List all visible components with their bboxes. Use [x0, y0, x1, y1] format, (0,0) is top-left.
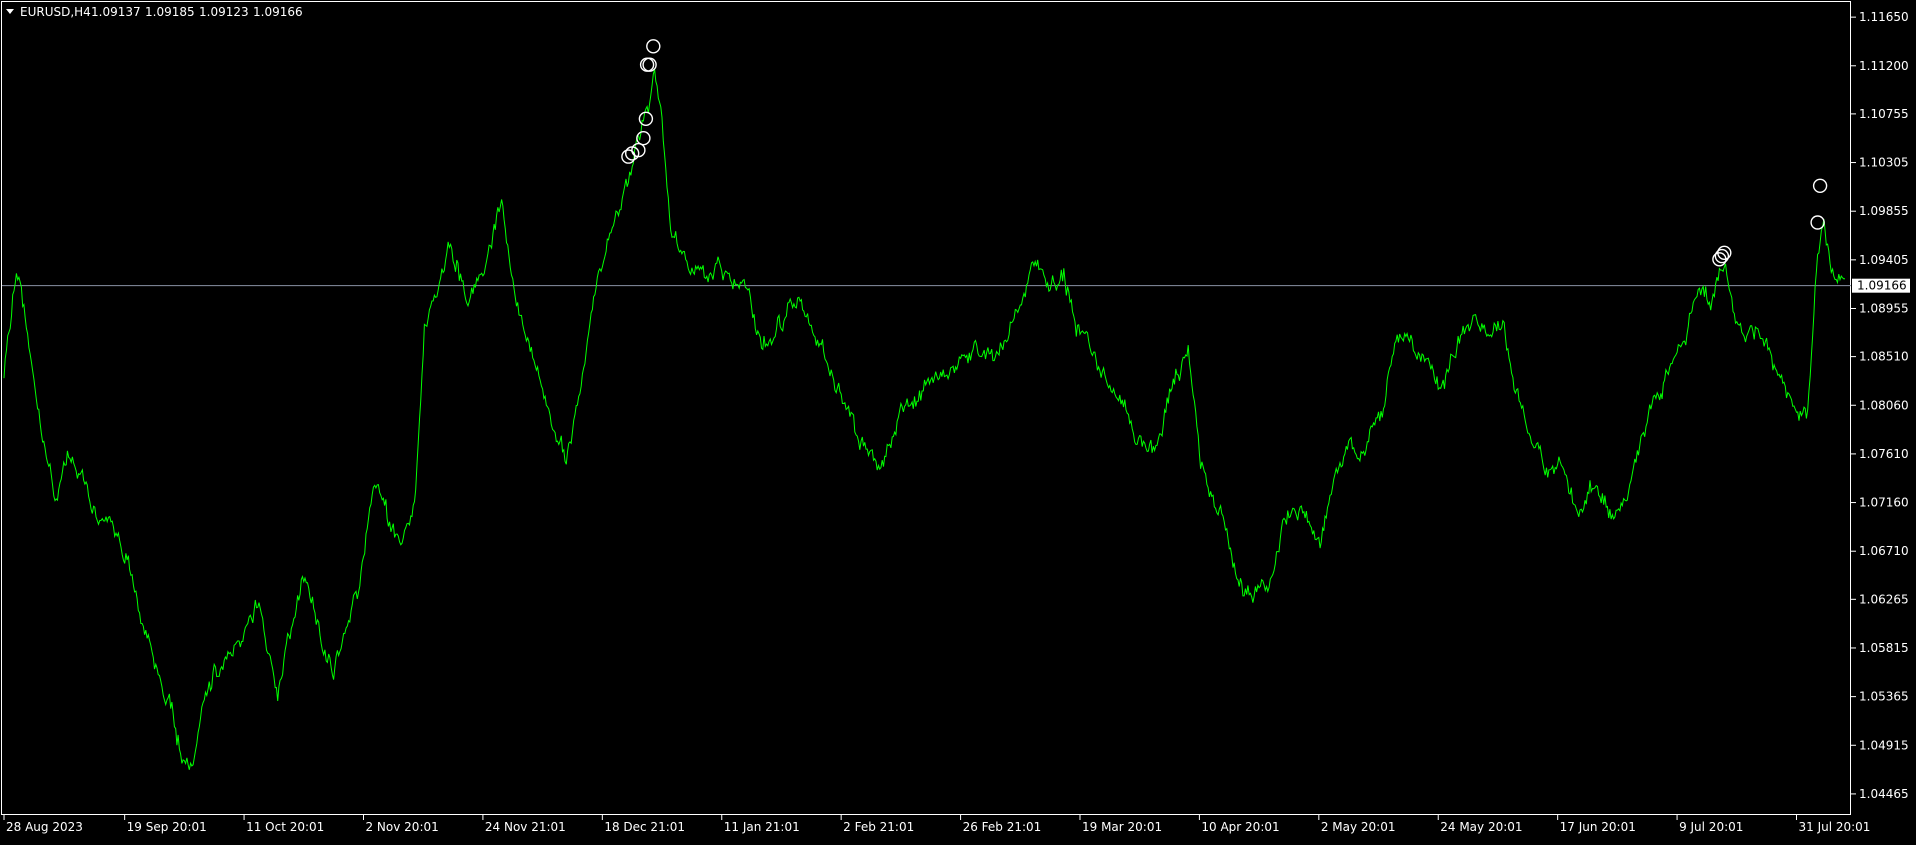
time-axis[interactable]: 28 Aug 2023 19 Sep 20:01 11 Oct 20:01 2 Nov… — [3, 815, 1870, 834]
symbol-label: EURUSD,H4 — [20, 5, 91, 19]
x-tick-label-9: 19 Mar 20:01 — [1082, 820, 1162, 834]
chart-header: EURUSD,H4 1.09137 1.09185 1.09123 1.0916… — [6, 5, 303, 19]
ohlc-open: 1.09137 — [91, 5, 141, 19]
arrow-markers-layer — [621, 39, 1828, 267]
y-tick-label-13: 1.05815 — [1859, 641, 1909, 655]
y-tick-label-4: 1.09855 — [1859, 204, 1909, 218]
x-tick-label-5: 18 Dec 21:01 — [604, 820, 685, 834]
arrow-marker-0[interactable] — [621, 149, 636, 164]
x-tick-label-14: 9 Jul 20:01 — [1679, 820, 1743, 834]
price-axis[interactable]: 1.11650 1.11200 1.10755 1.10305 1.09855 1.094… — [1851, 10, 1910, 801]
x-tick-label-3: 2 Nov 20:01 — [365, 820, 438, 834]
arrow-marker-11[interactable] — [1810, 215, 1825, 230]
x-tick-label-1: 19 Sep 20:01 — [127, 820, 207, 834]
x-tick-label-13: 17 Jun 20:01 — [1560, 820, 1636, 834]
chart-canvas[interactable]: EURUSD,H4 1.09137 1.09185 1.09123 1.0916… — [0, 0, 1916, 840]
y-tick-label-8: 1.08060 — [1859, 398, 1909, 412]
y-tick-label-12: 1.06265 — [1859, 592, 1909, 606]
y-tick-label-1: 1.11200 — [1859, 59, 1909, 73]
y-tick-label-16: 1.04465 — [1859, 787, 1909, 801]
y-tick-label-11: 1.06710 — [1859, 544, 1909, 558]
x-tick-label-6: 11 Jan 21:01 — [724, 820, 800, 834]
arrow-marker-7[interactable] — [646, 39, 661, 54]
price-chart[interactable]: EURUSD,H4 1.09137 1.09185 1.09123 1.0916… — [0, 0, 1916, 840]
y-tick-label-0: 1.11650 — [1859, 10, 1909, 24]
y-tick-label-5: 1.09405 — [1859, 253, 1909, 267]
y-tick-label-10: 1.07160 — [1859, 496, 1909, 510]
ohlc-close: 1.09166 — [253, 5, 303, 19]
ohlc-low: 1.09123 — [199, 5, 249, 19]
arrow-marker-4[interactable] — [638, 111, 654, 127]
x-tick-label-4: 24 Nov 21:01 — [485, 820, 566, 834]
x-tick-label-12: 24 May 20:01 — [1440, 820, 1522, 834]
x-tick-label-7: 2 Feb 21:01 — [843, 820, 914, 834]
x-tick-label-8: 26 Feb 21:01 — [963, 820, 1042, 834]
dropdown-arrow-icon[interactable] — [6, 9, 14, 14]
price-series-layer — [3, 69, 1846, 770]
y-tick-label-3: 1.10305 — [1859, 156, 1909, 170]
x-tick-label-15: 31 Jul 20:01 — [1798, 820, 1870, 834]
ohlc-high: 1.09185 — [145, 5, 195, 19]
x-tick-label-2: 11 Oct 20:01 — [246, 820, 324, 834]
y-tick-label-9: 1.07610 — [1859, 447, 1909, 461]
y-tick-label-15: 1.04915 — [1859, 738, 1909, 752]
x-tick-label-0: 28 Aug 2023 — [6, 820, 83, 834]
y-tick-label-7: 1.08510 — [1859, 350, 1909, 364]
x-tick-label-11: 2 May 20:01 — [1321, 820, 1396, 834]
current-price-tag-label: 1.09166 — [1857, 279, 1907, 293]
x-tick-label-10: 10 Apr 20:01 — [1201, 820, 1279, 834]
price-series-line — [3, 69, 1846, 770]
y-tick-label-6: 1.08955 — [1859, 301, 1909, 315]
arrow-marker-12[interactable] — [1812, 178, 1828, 194]
y-tick-label-14: 1.05365 — [1859, 690, 1909, 704]
y-tick-label-2: 1.10755 — [1859, 107, 1909, 121]
